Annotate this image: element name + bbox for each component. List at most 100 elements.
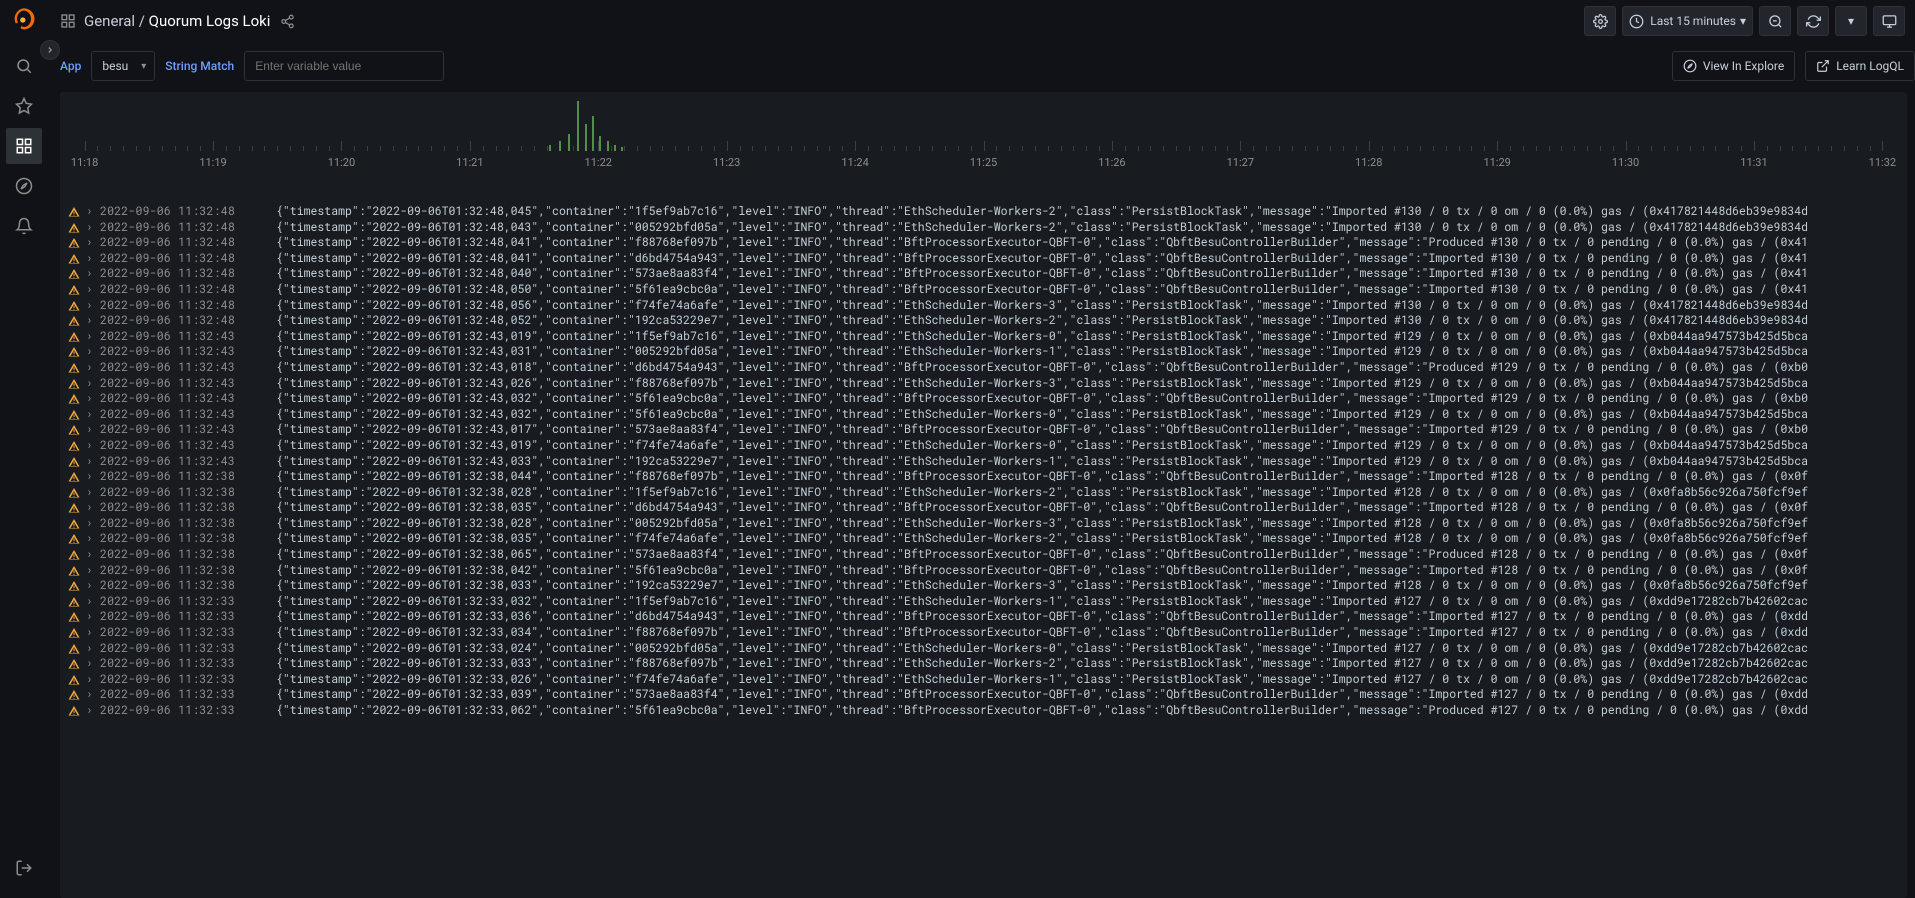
log-expand-caret[interactable]: ›: [86, 266, 94, 282]
log-row[interactable]: ›2022-09-06 11:32:43{"timestamp":"2022-0…: [68, 391, 1899, 407]
log-expand-caret[interactable]: ›: [86, 220, 94, 236]
log-row[interactable]: ›2022-09-06 11:32:38{"timestamp":"2022-0…: [68, 500, 1899, 516]
log-row[interactable]: ›2022-09-06 11:32:43{"timestamp":"2022-0…: [68, 376, 1899, 392]
log-expand-caret[interactable]: ›: [86, 656, 94, 672]
nav-explore-icon[interactable]: [6, 168, 42, 204]
time-range-picker[interactable]: Last 15 minutes ▾: [1622, 6, 1753, 36]
log-row[interactable]: ›2022-09-06 11:32:43{"timestamp":"2022-0…: [68, 344, 1899, 360]
log-row[interactable]: ›2022-09-06 11:32:33{"timestamp":"2022-0…: [68, 703, 1899, 719]
nav-search-icon[interactable]: [6, 48, 42, 84]
zoom-out-button[interactable]: [1759, 6, 1791, 36]
log-expand-caret[interactable]: ›: [86, 454, 94, 470]
log-level-warn-icon: [68, 627, 80, 639]
log-expand-caret[interactable]: ›: [86, 235, 94, 251]
refresh-button[interactable]: [1797, 6, 1829, 36]
learn-logql-button[interactable]: Learn LogQL: [1805, 51, 1915, 81]
log-row[interactable]: ›2022-09-06 11:32:43{"timestamp":"2022-0…: [68, 438, 1899, 454]
log-row[interactable]: ›2022-09-06 11:32:33{"timestamp":"2022-0…: [68, 625, 1899, 641]
log-expand-caret[interactable]: ›: [86, 407, 94, 423]
sidenav-toggle-icon[interactable]: [40, 40, 60, 60]
log-expand-caret[interactable]: ›: [86, 313, 94, 329]
log-expand-caret[interactable]: ›: [86, 500, 94, 516]
log-expand-caret[interactable]: ›: [86, 422, 94, 438]
refresh-interval-button[interactable]: ▾: [1835, 6, 1867, 36]
tv-mode-button[interactable]: [1873, 6, 1905, 36]
log-expand-caret[interactable]: ›: [86, 531, 94, 547]
log-row[interactable]: ›2022-09-06 11:32:38{"timestamp":"2022-0…: [68, 531, 1899, 547]
log-expand-caret[interactable]: ›: [86, 469, 94, 485]
log-expand-caret[interactable]: ›: [86, 563, 94, 579]
log-row[interactable]: ›2022-09-06 11:32:43{"timestamp":"2022-0…: [68, 407, 1899, 423]
log-row[interactable]: ›2022-09-06 11:32:48{"timestamp":"2022-0…: [68, 220, 1899, 236]
log-level-warn-icon: [68, 424, 80, 436]
log-expand-caret[interactable]: ›: [86, 672, 94, 688]
log-expand-caret[interactable]: ›: [86, 609, 94, 625]
log-expand-caret[interactable]: ›: [86, 376, 94, 392]
log-expand-caret[interactable]: ›: [86, 687, 94, 703]
log-row[interactable]: ›2022-09-06 11:32:38{"timestamp":"2022-0…: [68, 563, 1899, 579]
log-timestamp: 2022-09-06 11:32:43: [100, 329, 270, 345]
breadcrumb-root[interactable]: General: [84, 12, 135, 30]
grafana-logo-icon[interactable]: [10, 6, 38, 34]
log-timestamp: 2022-09-06 11:32:38: [100, 500, 270, 516]
log-expand-caret[interactable]: ›: [86, 625, 94, 641]
log-expand-caret[interactable]: ›: [86, 391, 94, 407]
log-row[interactable]: ›2022-09-06 11:32:48{"timestamp":"2022-0…: [68, 313, 1899, 329]
var-app-select[interactable]: besu: [91, 51, 155, 81]
log-timestamp: 2022-09-06 11:32:38: [100, 578, 270, 594]
log-row[interactable]: ›2022-09-06 11:32:43{"timestamp":"2022-0…: [68, 360, 1899, 376]
log-expand-caret[interactable]: ›: [86, 516, 94, 532]
axis-tick-label: 11:18: [71, 156, 98, 169]
log-expand-caret[interactable]: ›: [86, 485, 94, 501]
log-row[interactable]: ›2022-09-06 11:32:33{"timestamp":"2022-0…: [68, 609, 1899, 625]
log-row[interactable]: ›2022-09-06 11:32:33{"timestamp":"2022-0…: [68, 594, 1899, 610]
log-expand-caret[interactable]: ›: [86, 251, 94, 267]
log-row[interactable]: ›2022-09-06 11:32:33{"timestamp":"2022-0…: [68, 672, 1899, 688]
log-expand-caret[interactable]: ›: [86, 703, 94, 719]
breadcrumb-dashboard[interactable]: Quorum Logs Loki: [149, 12, 271, 30]
log-level-warn-icon: [68, 346, 80, 358]
log-expand-caret[interactable]: ›: [86, 344, 94, 360]
nav-dashboards-icon[interactable]: [6, 128, 42, 164]
log-row[interactable]: ›2022-09-06 11:32:38{"timestamp":"2022-0…: [68, 547, 1899, 563]
log-list[interactable]: ›2022-09-06 11:32:48{"timestamp":"2022-0…: [60, 204, 1907, 727]
log-expand-caret[interactable]: ›: [86, 578, 94, 594]
var-stringmatch-input[interactable]: [244, 51, 444, 81]
log-expand-caret[interactable]: ›: [86, 360, 94, 376]
log-row[interactable]: ›2022-09-06 11:32:38{"timestamp":"2022-0…: [68, 469, 1899, 485]
log-row[interactable]: ›2022-09-06 11:32:33{"timestamp":"2022-0…: [68, 687, 1899, 703]
log-expand-caret[interactable]: ›: [86, 547, 94, 563]
log-message: {"timestamp":"2022-09-06T01:32:48,041","…: [276, 251, 1808, 267]
log-row[interactable]: ›2022-09-06 11:32:48{"timestamp":"2022-0…: [68, 251, 1899, 267]
log-level-warn-icon: [68, 502, 80, 514]
log-volume-chart[interactable]: 11:1811:1911:2011:2111:2211:2311:2411:25…: [60, 92, 1907, 170]
log-expand-caret[interactable]: ›: [86, 594, 94, 610]
log-row[interactable]: ›2022-09-06 11:32:48{"timestamp":"2022-0…: [68, 266, 1899, 282]
log-expand-caret[interactable]: ›: [86, 329, 94, 345]
log-row[interactable]: ›2022-09-06 11:32:43{"timestamp":"2022-0…: [68, 454, 1899, 470]
log-level-warn-icon: [68, 440, 80, 452]
log-row[interactable]: ›2022-09-06 11:32:38{"timestamp":"2022-0…: [68, 578, 1899, 594]
nav-alerting-icon[interactable]: [6, 208, 42, 244]
log-expand-caret[interactable]: ›: [86, 282, 94, 298]
log-expand-caret[interactable]: ›: [86, 438, 94, 454]
log-row[interactable]: ›2022-09-06 11:32:33{"timestamp":"2022-0…: [68, 641, 1899, 657]
log-level-warn-icon: [68, 674, 80, 686]
share-icon[interactable]: [280, 14, 295, 29]
nav-signout-icon[interactable]: [6, 850, 42, 886]
log-row[interactable]: ›2022-09-06 11:32:38{"timestamp":"2022-0…: [68, 485, 1899, 501]
log-row[interactable]: ›2022-09-06 11:32:43{"timestamp":"2022-0…: [68, 329, 1899, 345]
log-expand-caret[interactable]: ›: [86, 204, 94, 220]
log-row[interactable]: ›2022-09-06 11:32:33{"timestamp":"2022-0…: [68, 656, 1899, 672]
log-row[interactable]: ›2022-09-06 11:32:48{"timestamp":"2022-0…: [68, 204, 1899, 220]
log-row[interactable]: ›2022-09-06 11:32:43{"timestamp":"2022-0…: [68, 422, 1899, 438]
log-row[interactable]: ›2022-09-06 11:32:48{"timestamp":"2022-0…: [68, 282, 1899, 298]
log-row[interactable]: ›2022-09-06 11:32:48{"timestamp":"2022-0…: [68, 298, 1899, 314]
log-row[interactable]: ›2022-09-06 11:32:48{"timestamp":"2022-0…: [68, 235, 1899, 251]
log-expand-caret[interactable]: ›: [86, 641, 94, 657]
view-in-explore-button[interactable]: View In Explore: [1672, 51, 1795, 81]
log-expand-caret[interactable]: ›: [86, 298, 94, 314]
dashboard-settings-button[interactable]: [1584, 6, 1616, 36]
log-row[interactable]: ›2022-09-06 11:32:38{"timestamp":"2022-0…: [68, 516, 1899, 532]
nav-starred-icon[interactable]: [6, 88, 42, 124]
